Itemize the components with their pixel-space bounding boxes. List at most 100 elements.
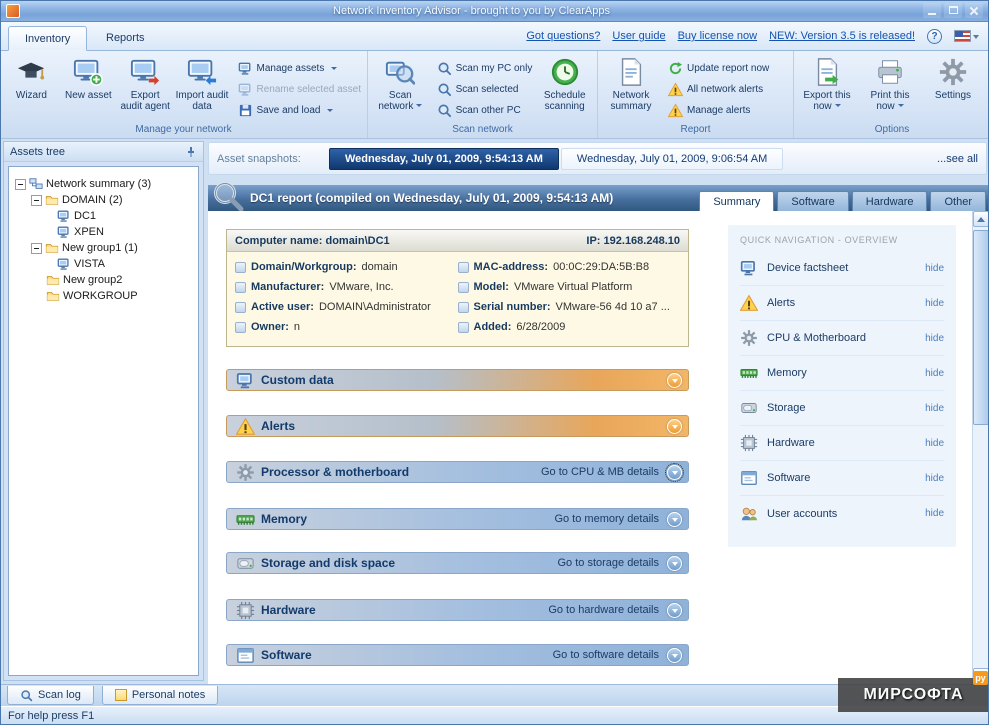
hide-memory-link[interactable]: hide [925,368,944,379]
got-questions-link[interactable]: Got questions? [526,30,600,42]
update-report-icon [668,61,683,76]
buy-license-link[interactable]: Buy license now [678,30,758,42]
section-custom-data[interactable]: Custom data [226,369,689,391]
tree-item-new-group1[interactable]: New group1 (1) [9,240,198,256]
section-software[interactable]: Software Go to software details [226,644,689,666]
new-asset-button[interactable]: New asset [61,54,116,122]
user-accounts-icon [740,505,758,523]
scan-my-pc-button[interactable]: Scan my PC only [437,61,533,76]
collapse-toggle-icon[interactable] [15,179,26,190]
pin-icon[interactable] [185,146,197,158]
tab-scan-log[interactable]: Scan log [7,686,94,705]
domain-folder-icon [45,193,59,207]
manage-assets-button[interactable]: Manage assets [238,61,362,76]
maximize-button[interactable] [944,3,962,18]
section-storage[interactable]: Storage and disk space Go to storage det… [226,552,689,574]
quicknav-alerts[interactable]: Alerts hide [740,286,944,321]
hide-user-accounts-link[interactable]: hide [925,508,944,519]
quicknav-label: Hardware [767,437,815,449]
vertical-scrollbar[interactable] [972,211,989,684]
expand-storage-button[interactable] [667,556,682,571]
tree-item-network-summary[interactable]: Network summary (3) [9,176,198,192]
section-hardware[interactable]: Hardware Go to hardware details [226,599,689,621]
see-all-snapshots-link[interactable]: ...see all [937,153,978,165]
tree-item-new-group2[interactable]: New group2 [9,272,198,288]
tab-reports[interactable]: Reports [90,26,161,51]
tree-item-domain[interactable]: DOMAIN (2) [9,192,198,208]
tree-item-label: New group1 (1) [62,242,138,254]
tab-software[interactable]: Software [777,191,848,211]
section-processor-motherboard[interactable]: Processor & motherboard Go to CPU & MB d… [226,461,689,483]
go-to-software-details-link[interactable]: Go to software details [553,649,659,661]
snapshot-button-current[interactable]: Wednesday, July 01, 2009, 9:54:13 AM [329,148,559,170]
user-guide-link[interactable]: User guide [612,30,665,42]
print-this-now-button[interactable]: Print this now [861,54,919,122]
hide-software-link[interactable]: hide [925,473,944,484]
quicknav-cpu-motherboard[interactable]: CPU & Motherboard hide [740,321,944,356]
help-icon[interactable] [927,29,942,44]
tree-item-xpen[interactable]: XPEN [9,224,198,240]
hide-alerts-link[interactable]: hide [925,298,944,309]
quicknav-hardware[interactable]: Hardware hide [740,426,944,461]
tree-item-dc1[interactable]: DC1 [9,208,198,224]
section-title: Hardware [261,603,316,617]
go-to-storage-details-link[interactable]: Go to storage details [557,557,659,569]
scan-other-pc-button[interactable]: Scan other PC [437,103,533,118]
all-network-alerts-button[interactable]: All network alerts [668,82,769,97]
quicknav-software[interactable]: Software hide [740,461,944,496]
import-audit-data-button[interactable]: Import audit data [175,54,230,122]
manage-assets-label: Manage assets [257,63,325,74]
go-to-cpu-details-link[interactable]: Go to CPU & MB details [541,466,659,478]
save-and-load-button[interactable]: Save and load [238,103,362,118]
hide-device-factsheet-link[interactable]: hide [925,263,944,274]
tab-inventory[interactable]: Inventory [8,26,87,51]
expand-memory-button[interactable] [667,512,682,527]
hide-storage-link[interactable]: hide [925,403,944,414]
scroll-up-button[interactable] [973,211,989,227]
tree-item-workgroup[interactable]: WORKGROUP [9,288,198,304]
expand-hardware-button[interactable] [667,603,682,618]
wizard-button[interactable]: Wizard [4,54,59,122]
expand-alerts-button[interactable] [667,419,682,434]
language-flag-icon[interactable] [954,30,971,42]
minimize-button[interactable] [923,3,941,18]
expand-cpu-button[interactable] [667,465,682,480]
hide-hardware-link[interactable]: hide [925,438,944,449]
app-icon [6,4,20,18]
section-alerts[interactable]: Alerts [226,415,689,437]
quicknav-memory[interactable]: Memory hide [740,356,944,391]
scrollbar-thumb[interactable] [973,230,989,425]
coll apse-toggle-icon[interactable] [31,243,42,254]
settings-button[interactable]: Settings [924,54,982,122]
hide-cpu-link[interactable]: hide [925,333,944,344]
ribbon-group-report: Network summary Update report now All ne… [598,51,794,138]
update-report-now-button[interactable]: Update report now [668,61,769,76]
tab-personal-notes[interactable]: Personal notes [102,686,218,705]
expand-custom-data-button[interactable] [667,373,682,388]
go-to-hardware-details-link[interactable]: Go to hardware details [548,604,659,616]
tab-summary[interactable]: Summary [699,191,774,211]
section-memory[interactable]: Memory Go to memory details [226,508,689,530]
quicknav-device-factsheet[interactable]: Device factsheet hide [740,251,944,286]
new-version-link[interactable]: NEW: Version 3.5 is released! [769,30,915,42]
tab-other[interactable]: Other [930,191,986,211]
scan-selected-button[interactable]: Scan selected [437,82,533,97]
export-audit-agent-button[interactable]: Export audit agent [118,54,173,122]
tab-hardware[interactable]: Hardware [852,191,928,211]
computer-icon [57,257,71,271]
export-this-now-button[interactable]: Export this now [798,54,856,122]
close-button[interactable] [965,3,983,18]
tree-item-vista[interactable]: VISTA [9,256,198,272]
scan-network-button[interactable]: Scan network [372,54,429,122]
quicknav-user-accounts[interactable]: User accounts hide [740,496,944,531]
collapse-toggle-icon[interactable] [31,195,42,206]
expand-software-button[interactable] [667,648,682,663]
quicknav-storage[interactable]: Storage hide [740,391,944,426]
go-to-memory-details-link[interactable]: Go to memory details [554,513,659,525]
network-summary-button[interactable]: Network summary [602,54,660,122]
schedule-scanning-button[interactable]: Schedule scanning [536,54,593,122]
snapshot-button-previous[interactable]: Wednesday, July 01, 2009, 9:06:54 AM [561,148,783,170]
quicknav-label: Software [767,472,810,484]
serial-field-icon [458,302,469,313]
manage-alerts-button[interactable]: Manage alerts [668,103,769,118]
